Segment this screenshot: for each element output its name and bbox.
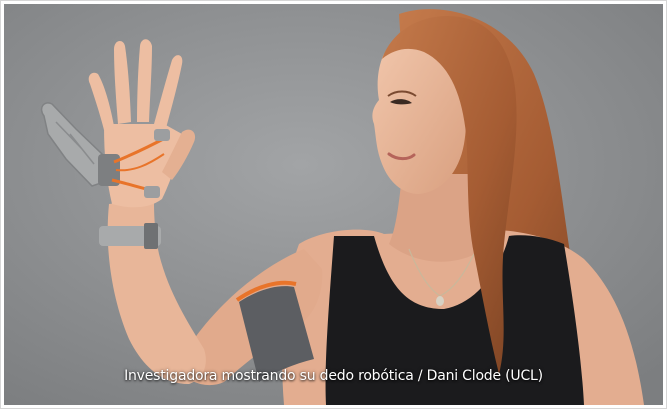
photo-caption: Investigadora mostrando su dedo robótica…: [124, 368, 543, 384]
image-frame: Investigadora mostrando su dedo robótica…: [0, 0, 667, 409]
necklace-pendant: [436, 296, 444, 306]
woman-with-robotic-thumb-icon: [4, 4, 663, 405]
photo: [4, 4, 663, 405]
